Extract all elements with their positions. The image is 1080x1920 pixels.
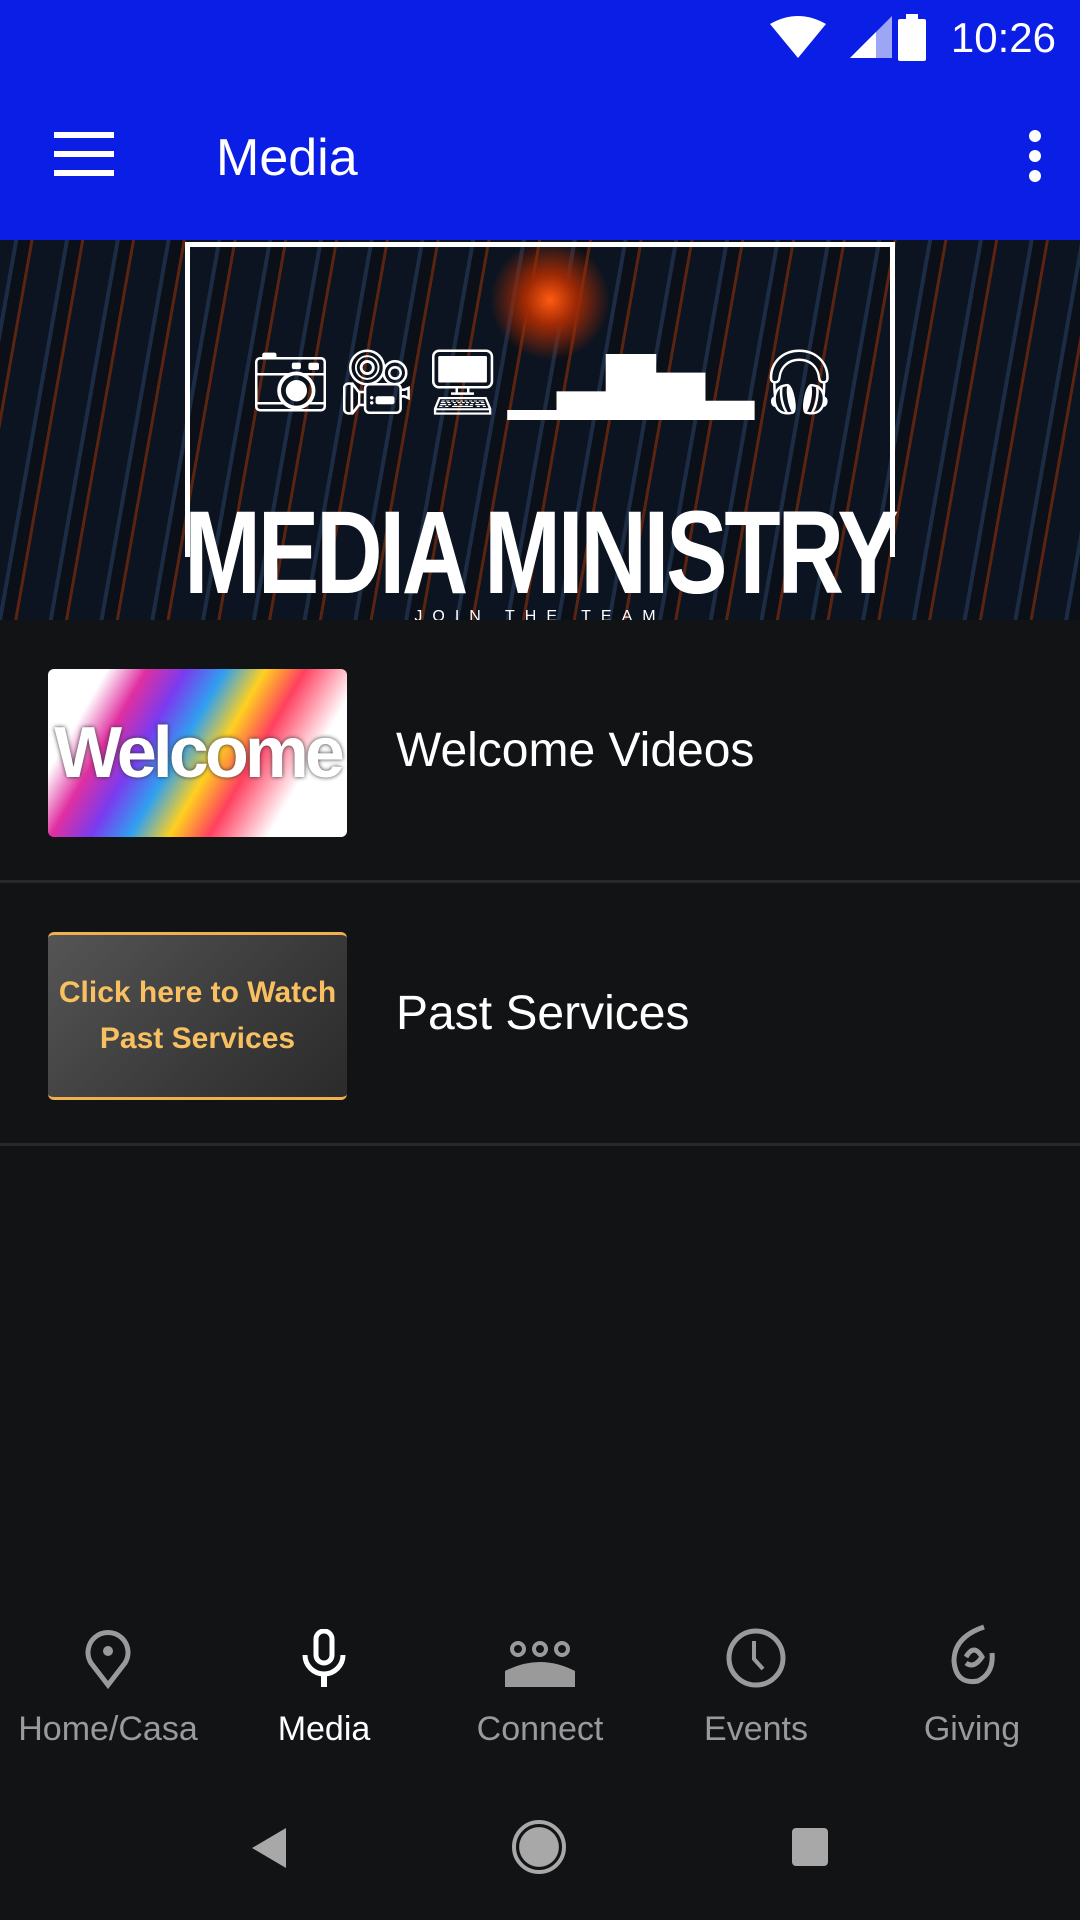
nav-label: Events <box>704 1710 808 1748</box>
list-item-welcome-videos[interactable]: Welcome Welcome Videos <box>0 620 1080 883</box>
home-icon[interactable] <box>512 1820 566 1874</box>
nav-events[interactable]: Events <box>648 1620 864 1780</box>
status-bar: 10:26 <box>0 0 1080 80</box>
monitor-icon: 🖥︎ <box>421 346 504 418</box>
nav-label: Connect <box>476 1710 604 1748</box>
group-icon <box>505 1641 575 1687</box>
video-camera-icon: 🎥︎ <box>335 346 418 418</box>
past-services-thumbnail: Click here to Watch Past Services <box>48 932 347 1100</box>
clock-icon <box>726 1628 786 1688</box>
audio-bars-icon: ▁▃▇▅▂ <box>507 346 754 418</box>
thumb-text: Welcome <box>54 713 345 793</box>
banner-subtext: JOIN THE TEAM <box>414 608 666 620</box>
thumb-text: Click here to Watch <box>58 976 337 1009</box>
welcome-thumbnail: Welcome <box>48 669 347 837</box>
microphone-icon <box>302 1628 346 1687</box>
more-vert-icon[interactable] <box>1020 130 1050 186</box>
thumb-text: Past Services <box>99 1022 296 1055</box>
nav-connect[interactable]: Connect <box>432 1620 648 1780</box>
nav-label: Media <box>277 1710 371 1748</box>
recent-apps-icon[interactable] <box>792 1828 828 1866</box>
nav-media[interactable]: Media <box>216 1620 432 1780</box>
camera-icon: 📷︎ <box>250 346 332 418</box>
page-title: Media <box>216 129 358 187</box>
location-pin-icon <box>85 1630 131 1690</box>
giving-hand-icon <box>951 1624 995 1685</box>
list-item-label: Welcome Videos <box>396 724 755 777</box>
nav-giving[interactable]: Giving <box>864 1620 1080 1780</box>
clock: 10:26 <box>950 14 1056 61</box>
list-item-label: Past Services <box>396 987 690 1040</box>
nav-label: Giving <box>923 1710 1021 1748</box>
list-item-past-services[interactable]: Click here to Watch Past Services Past S… <box>0 883 1080 1146</box>
nav-label: Home/Casa <box>18 1710 198 1748</box>
app-bar: Media <box>0 80 1080 240</box>
headphones-icon: 🎧︎ <box>758 346 840 418</box>
back-icon[interactable] <box>252 1828 286 1868</box>
battery-icon <box>898 14 926 61</box>
system-navigation-bar <box>0 1800 1080 1920</box>
hamburger-icon[interactable] <box>54 132 114 182</box>
bottom-navigation: Home/Casa Media Connect Events Giving <box>0 1620 1080 1780</box>
media-ministry-banner: 📷︎ 🎥︎ 🖥︎ ▁▃▇▅▂ 🎧︎ MEDIA MINISTRY JOIN TH… <box>0 240 1080 620</box>
wifi-signal-icons <box>770 16 892 58</box>
nav-home[interactable]: Home/Casa <box>0 1620 216 1780</box>
banner-headline: MEDIA MINISTRY <box>184 487 899 619</box>
